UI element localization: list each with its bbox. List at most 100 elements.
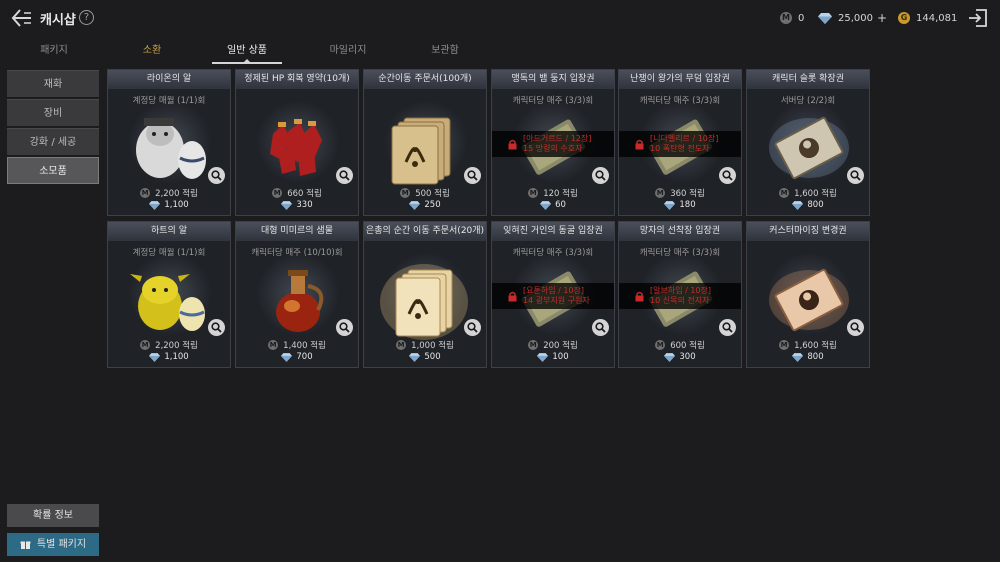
lock-icon xyxy=(635,139,644,149)
gold-coin-icon: G xyxy=(898,12,910,24)
sidebar-item-enhance[interactable]: 강화 / 세공 xyxy=(7,128,99,155)
add-diamond-button[interactable]: + xyxy=(877,11,887,25)
diamond-price: 700 xyxy=(236,352,358,362)
diamond-price: 800 xyxy=(747,352,869,362)
mileage-coin-icon: M xyxy=(140,188,151,198)
product-name: 캐릭터 슬롯 확장권 xyxy=(747,70,869,89)
zoom-icon[interactable] xyxy=(464,167,481,184)
product-card[interactable]: 대형 미미르의 샘물캐릭터당 매주 (10/10)회M1,400 적립700 xyxy=(235,221,359,368)
mileage-coin-icon: M xyxy=(780,12,792,24)
mileage-points: M 2,200 적립 xyxy=(108,339,230,351)
zoom-icon[interactable] xyxy=(208,167,225,184)
price-value: 300 xyxy=(679,352,696,362)
price-value: 1,100 xyxy=(164,352,189,362)
lock-banner: [아드거르드 / 12장] 15 망령의 수호자 xyxy=(492,131,614,157)
zoom-icon[interactable] xyxy=(208,319,225,336)
mileage-coin-icon: M xyxy=(528,340,539,350)
diamond-price: 800 xyxy=(747,200,869,210)
product-card[interactable]: 은총의 순간 이동 주문서(20개) M 1,000 적립 500 xyxy=(363,221,487,368)
product-name: 난쟁이 왕가의 무덤 입장권 xyxy=(619,70,741,89)
mileage-points: M 600 적립 xyxy=(619,339,741,351)
product-name: 하트의 알 xyxy=(108,222,230,241)
exit-icon[interactable] xyxy=(967,7,989,29)
points-value: 1,600 적립 xyxy=(794,189,837,199)
diamond-icon xyxy=(149,200,161,210)
zoom-icon[interactable] xyxy=(719,319,736,336)
tab-summon[interactable]: 소환 xyxy=(112,40,192,62)
diamond-icon xyxy=(409,200,421,210)
lock-quest: 10 신목의 전지자 xyxy=(650,296,710,305)
points-value: 2,200 적립 xyxy=(155,341,198,351)
mileage-points: M 1,600 적립 xyxy=(747,339,869,351)
gold-value: 144,081 xyxy=(916,12,958,24)
product-card[interactable]: 난쟁이 왕가의 무덤 입장권캐릭터당 매주 (3/3)회 [니다벨리르 / 10… xyxy=(618,69,742,216)
mileage-points: M 1,600 적립 xyxy=(747,187,869,199)
special-package-label: 특별 패키지 xyxy=(36,539,87,550)
price-value: 60 xyxy=(555,200,566,210)
price-value: 500 xyxy=(424,352,441,362)
points-value: 660 적립 xyxy=(287,189,322,199)
help-icon[interactable]: ? xyxy=(79,10,94,25)
diamond-price: 250 xyxy=(364,200,486,210)
zoom-icon[interactable] xyxy=(336,167,353,184)
points-value: 360 적립 xyxy=(670,189,705,199)
lock-requirement: [요툰하임 / 10장] xyxy=(523,286,585,295)
lock-banner: [니다벨리르 / 10장] 10 폭탄형 전도자 xyxy=(619,131,741,157)
product-card[interactable]: 하트의 알계정당 매월 (1/1)회M2,200 적립1,100 xyxy=(107,221,231,368)
price-value: 250 xyxy=(424,200,441,210)
diamond-icon xyxy=(281,200,293,210)
probability-info-button[interactable]: 확률 정보 xyxy=(7,504,99,527)
product-card[interactable]: 라이온의 알계정당 매월 (1/1)회M2,200 적립1,100 xyxy=(107,69,231,216)
diamond-value: 25,000 xyxy=(838,12,873,24)
price-value: 180 xyxy=(679,200,696,210)
mileage-coin-icon: M xyxy=(779,188,790,198)
tab-storage[interactable]: 보관함 xyxy=(405,40,485,62)
mileage-coin-icon: M xyxy=(528,188,539,198)
product-card[interactable]: 캐릭터 슬롯 확장권서버당 (2/2)회M1,600 적립800 xyxy=(746,69,870,216)
diamond-icon xyxy=(409,352,421,362)
diamond-icon xyxy=(537,352,549,362)
back-arrow-icon[interactable] xyxy=(10,7,34,29)
diamond-icon xyxy=(792,352,804,362)
product-name: 은총의 순간 이동 주문서(20개) xyxy=(364,222,486,241)
price-value: 800 xyxy=(807,200,824,210)
product-card[interactable]: 망자의 선착장 입장권캐릭터당 매주 (3/3)회 [알브하임 / 10장]10… xyxy=(618,221,742,368)
tab-mileage[interactable]: 마일리지 xyxy=(308,40,388,62)
sidebar-item-equipment[interactable]: 장비 xyxy=(7,99,99,126)
sidebar-item-currency[interactable]: 재화 xyxy=(7,70,99,97)
product-name: 맹독의 뱀 둥지 입장권 xyxy=(492,70,614,89)
diamond-icon xyxy=(664,200,676,210)
price-value: 330 xyxy=(296,200,313,210)
product-card[interactable]: 커스터마이징 변경권 M 1,600 적립 800 xyxy=(746,221,870,368)
zoom-icon[interactable] xyxy=(847,319,864,336)
mileage-coin-icon: M xyxy=(272,188,283,198)
zoom-icon[interactable] xyxy=(592,319,609,336)
heart-egg-icon xyxy=(120,256,220,340)
special-package-button[interactable]: 특별 패키지 xyxy=(7,533,99,556)
tab-package[interactable]: 패키지 xyxy=(14,40,94,62)
zoom-icon[interactable] xyxy=(719,167,736,184)
zoom-icon[interactable] xyxy=(592,167,609,184)
product-name: 대형 미미르의 샘물 xyxy=(236,222,358,241)
diamond-icon xyxy=(281,352,293,362)
product-card[interactable]: 잊혀진 거인의 동굴 입장권캐릭터당 매주 (3/3)회 [요툰하임 / 10장… xyxy=(491,221,615,368)
zoom-icon[interactable] xyxy=(464,319,481,336)
mimir-spring-flask-icon xyxy=(248,256,348,340)
lock-icon xyxy=(635,291,644,301)
product-name: 순간이동 주문서(100개) xyxy=(364,70,486,89)
diamond-price: 60 xyxy=(492,200,614,210)
zoom-icon[interactable] xyxy=(847,167,864,184)
customizing-ticket-icon xyxy=(759,256,859,340)
product-card[interactable]: 순간이동 주문서(100개) M 500 적립 250 xyxy=(363,69,487,216)
mileage-points: M 500 적립 xyxy=(364,187,486,199)
product-card[interactable]: 정제된 HP 회복 영약(10개) M 660 적립 330 xyxy=(235,69,359,216)
hp-potion-icon xyxy=(248,104,348,188)
lock-quest: 10 폭탄형 전도자 xyxy=(650,144,710,153)
mileage-points: M 1,400 적립 xyxy=(236,339,358,351)
lock-icon xyxy=(508,139,517,149)
zoom-icon[interactable] xyxy=(336,319,353,336)
slot-expansion-ticket-icon xyxy=(759,104,859,188)
product-card[interactable]: 맹독의 뱀 둥지 입장권캐릭터당 매주 (3/3)회 [아드거르드 / 12장]… xyxy=(491,69,615,216)
sidebar-item-consumables[interactable]: 소모품 xyxy=(7,157,99,184)
mileage-coin-icon: M xyxy=(396,340,407,350)
